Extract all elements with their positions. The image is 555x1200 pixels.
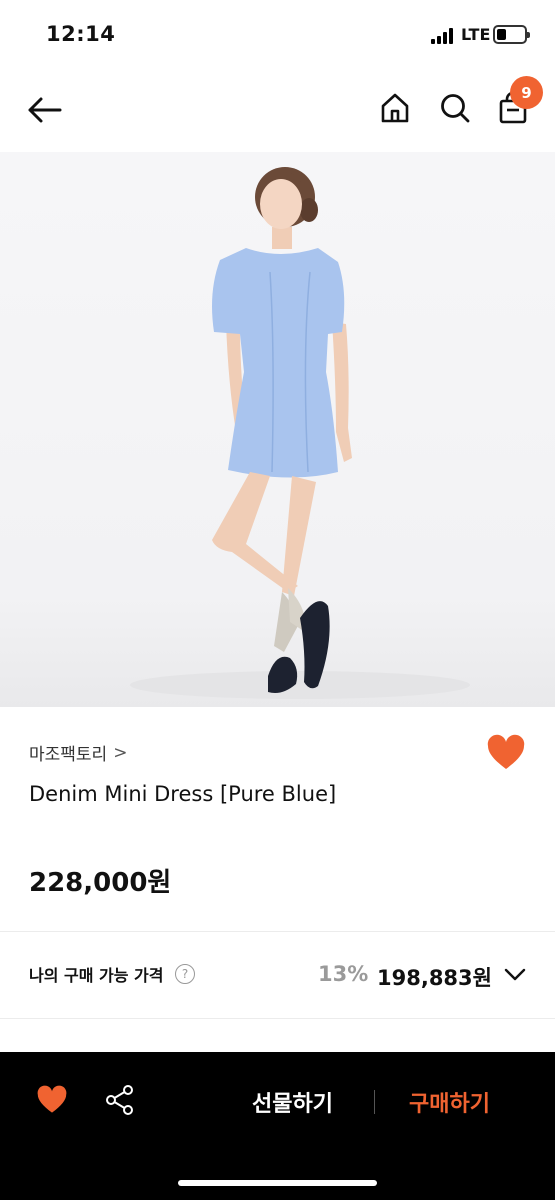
bottom-action-bar: 선물하기 구매하기 bbox=[0, 1052, 555, 1200]
product-name: Denim Mini Dress [Pure Blue] bbox=[29, 782, 337, 806]
heart-filled-icon bbox=[37, 1085, 67, 1113]
arrow-left-icon bbox=[28, 97, 62, 123]
product-photo bbox=[130, 167, 470, 699]
favorite-button[interactable] bbox=[486, 734, 526, 774]
my-price-value: 198,883원 bbox=[377, 966, 492, 990]
chevron-right-icon: > bbox=[113, 742, 128, 763]
my-price-label: 나의 구매 가능 가격 bbox=[29, 966, 164, 985]
home-indicator[interactable] bbox=[178, 1180, 377, 1186]
my-price-row[interactable]: 나의 구매 가능 가격 ? 13% 198,883원 bbox=[0, 932, 555, 1018]
brand-link[interactable]: 마조팩토리 > bbox=[29, 740, 128, 766]
product-image[interactable] bbox=[0, 152, 555, 707]
heart-filled-icon bbox=[487, 734, 525, 769]
divider bbox=[374, 1090, 375, 1114]
battery-icon bbox=[493, 25, 530, 44]
gift-button[interactable]: 선물하기 bbox=[252, 1086, 333, 1118]
app-header bbox=[0, 70, 555, 152]
share-icon bbox=[106, 1085, 133, 1115]
status-time: 12:14 bbox=[46, 22, 116, 46]
product-price: 228,000원 bbox=[29, 868, 172, 898]
discount-rate: 13% bbox=[318, 962, 369, 986]
network-type: LTE bbox=[461, 25, 491, 44]
home-icon bbox=[381, 93, 409, 123]
chevron-down-icon[interactable] bbox=[503, 964, 527, 984]
buy-button[interactable]: 구매하기 bbox=[409, 1086, 490, 1118]
divider bbox=[0, 1018, 555, 1019]
cart-count-badge: 9 bbox=[510, 76, 543, 109]
help-icon[interactable]: ? bbox=[175, 964, 195, 984]
signal-icon bbox=[431, 28, 455, 44]
bottom-favorite-button[interactable] bbox=[36, 1085, 68, 1115]
back-button[interactable] bbox=[24, 92, 64, 128]
search-button[interactable] bbox=[437, 90, 473, 126]
status-bar: 12:14 LTE bbox=[0, 0, 555, 70]
home-button[interactable] bbox=[377, 90, 413, 126]
brand-name: 마조팩토리 bbox=[29, 745, 108, 765]
share-button[interactable] bbox=[104, 1084, 136, 1116]
search-icon bbox=[441, 94, 470, 123]
